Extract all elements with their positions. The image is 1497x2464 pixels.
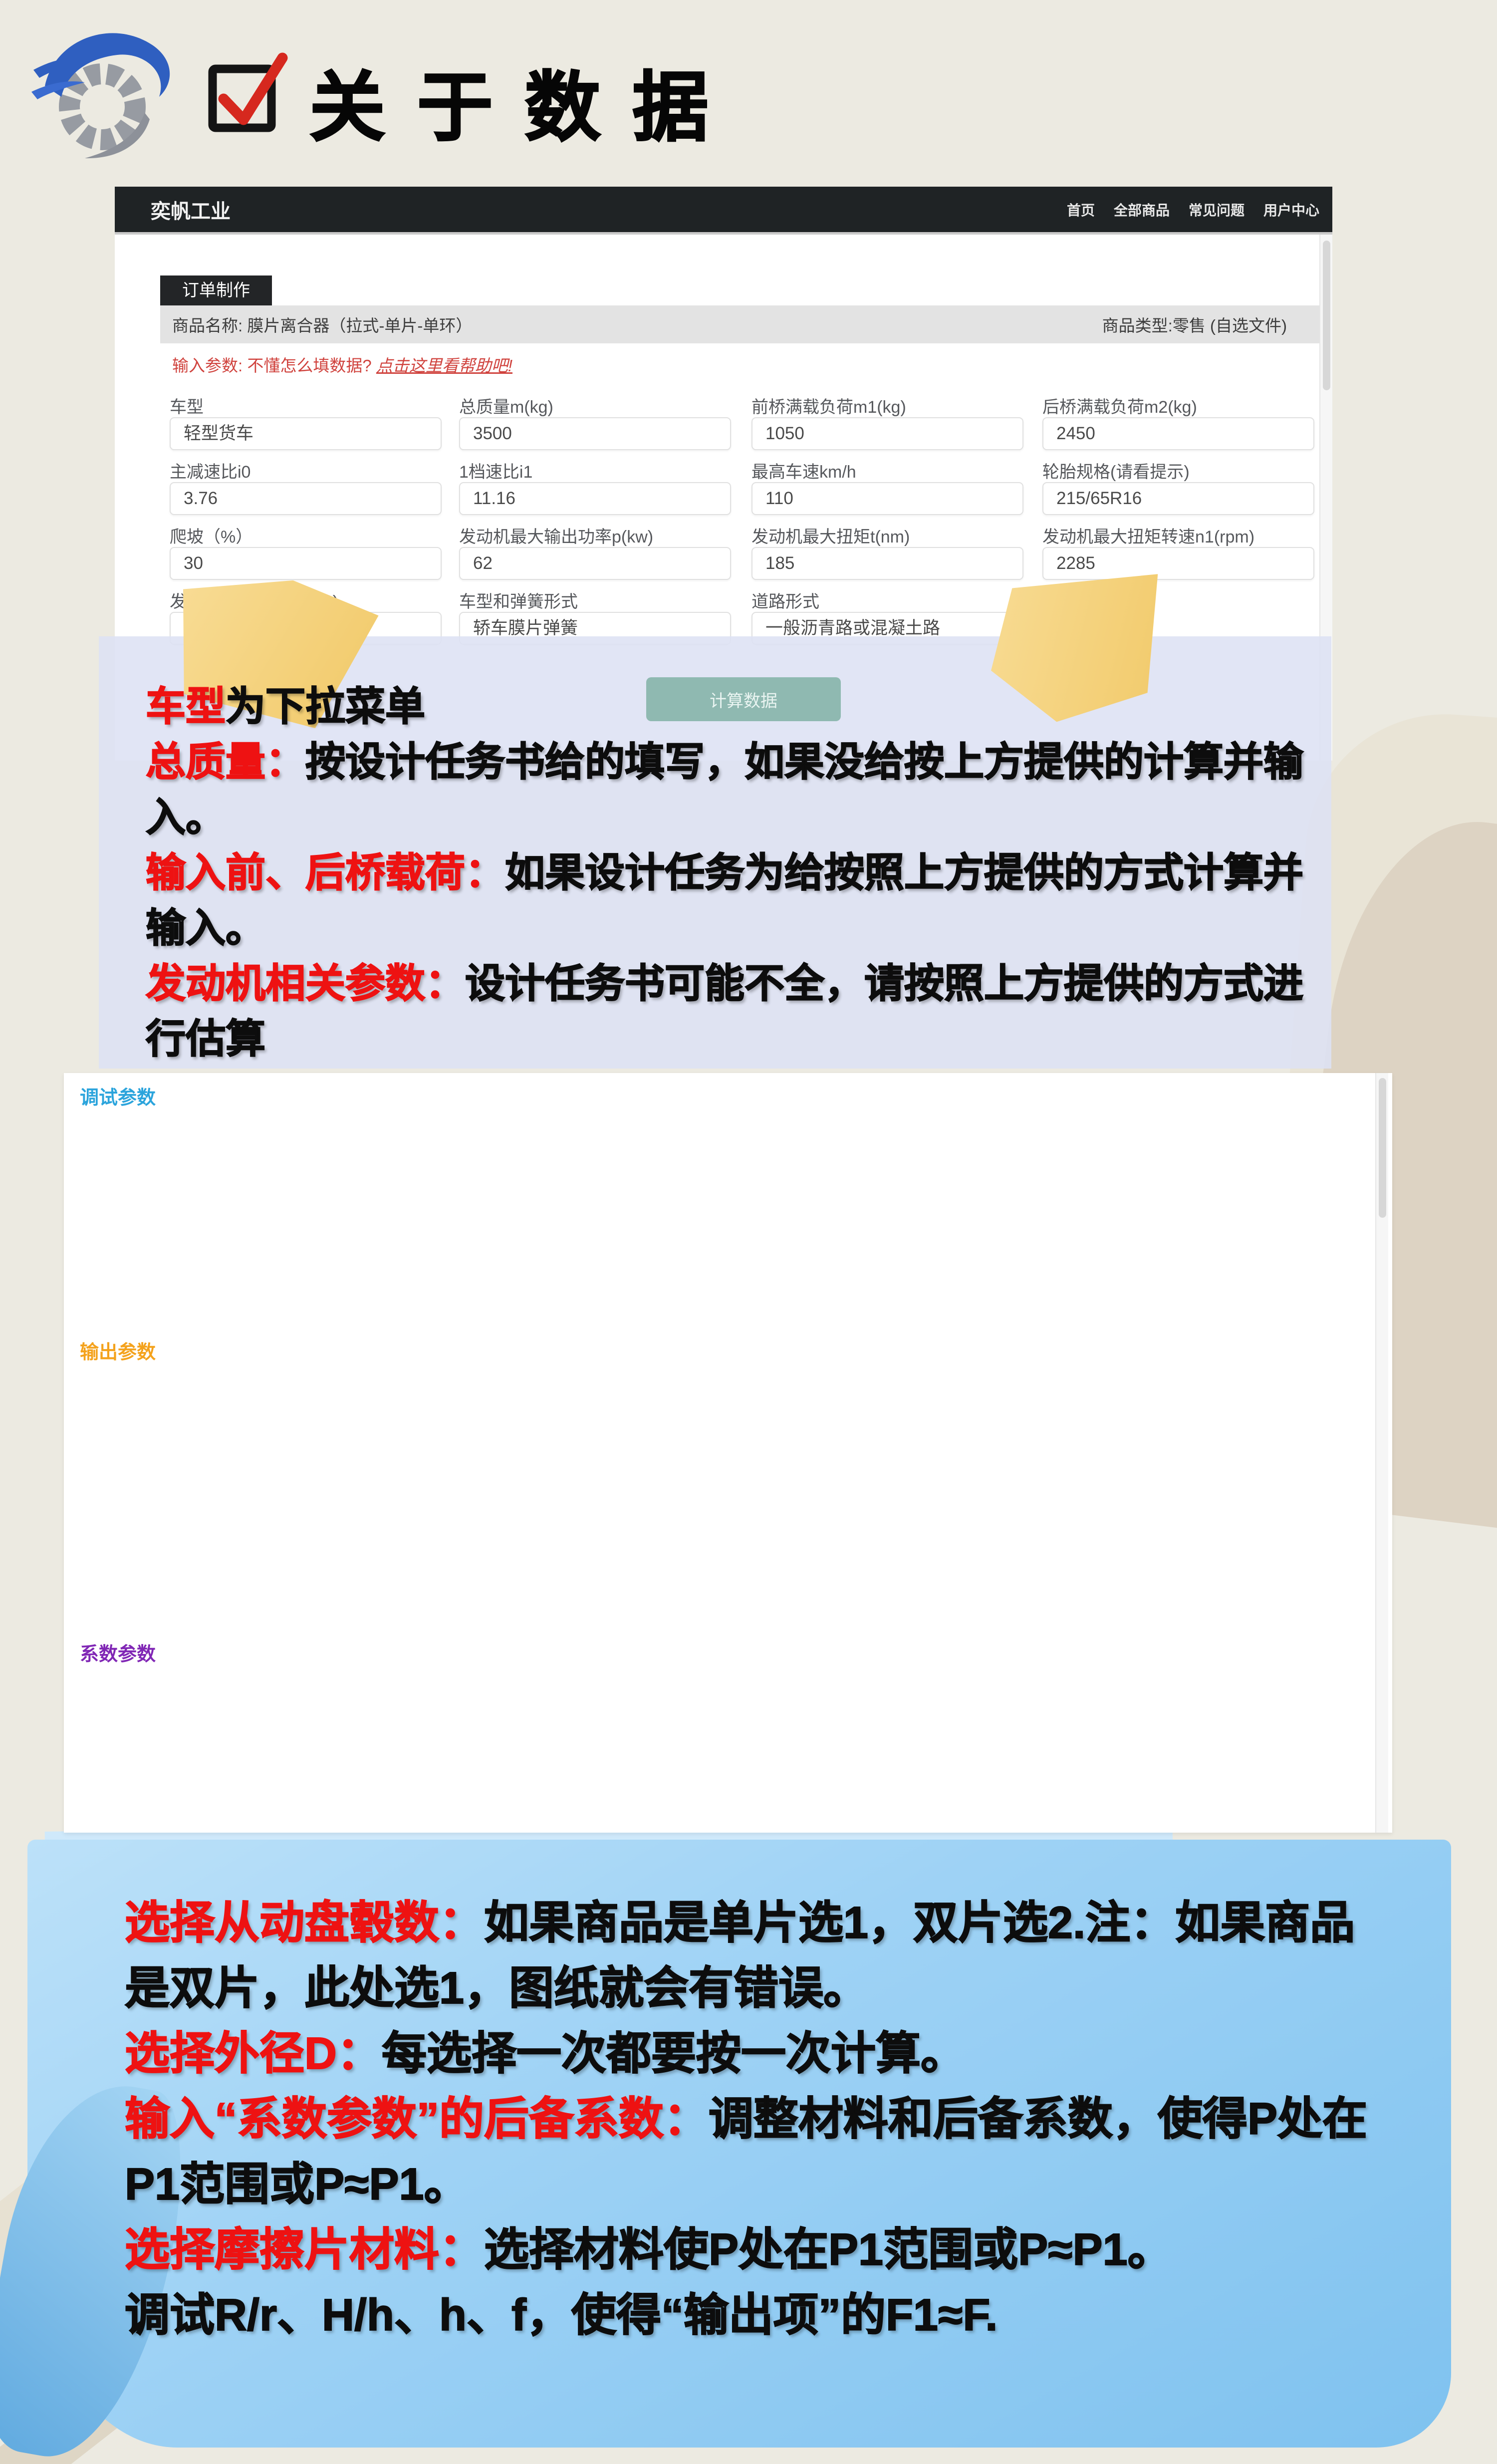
notes-middle: 车型为下拉菜单总质量：按设计任务书给的填写，如果没给按上方提供的计算并输入。输入…: [146, 679, 1316, 1067]
note-highlight: 发动机相关参数：: [146, 961, 465, 1006]
note-line: 调试R/r、H/h、h、f，使得“输出项”的F1≈F.: [125, 2283, 1387, 2348]
site-nav-menu: 首页全部商品常见问题用户中心: [1067, 200, 1319, 220]
field-label: 车型: [170, 393, 442, 415]
parameters-screenshot: [64, 1073, 1392, 1833]
form-field: 最高车速km/h110: [751, 458, 1023, 515]
site-navbar: 奕帆工业 首页全部商品常见问题用户中心: [115, 187, 1332, 235]
note-highlight: 选择从动盘毂数：: [125, 1898, 484, 1948]
nav-item[interactable]: 用户中心: [1263, 200, 1319, 220]
field-input[interactable]: 轻型货车: [170, 417, 442, 450]
field-label: 轮胎规格(请看提示): [1042, 458, 1314, 480]
tab-order-make[interactable]: 订单制作: [160, 275, 272, 305]
field-label: 发动机最大输出功率p(kw): [459, 523, 731, 545]
page-title: 关于数据: [309, 46, 740, 156]
form-field: 总质量m(kg)3500: [459, 393, 731, 450]
help-hint: 输入参数: 不懂怎么填数据? 点击这里看帮助吧!: [172, 352, 512, 376]
field-label: 发动机最大扭矩t(nm): [751, 523, 1023, 545]
note-line: 输入“系数参数”的后备系数：调整材料和后备系数，使得P处在P1范围或P≈P1。: [125, 2087, 1387, 2217]
field-label: 1档速比i1: [459, 458, 731, 480]
field-input[interactable]: 11.16: [459, 482, 731, 515]
note-highlight: 输入“系数参数”的后备系数：: [125, 2094, 709, 2144]
field-input[interactable]: 3500: [459, 417, 731, 450]
section-title: 系数参数: [80, 1639, 156, 1666]
field-input[interactable]: 110: [751, 482, 1023, 515]
field-label: 总质量m(kg): [459, 393, 731, 415]
field-input[interactable]: 215/65R16: [1042, 482, 1314, 515]
field-input[interactable]: 30: [170, 547, 442, 580]
field-input[interactable]: 1050: [751, 417, 1023, 450]
form-field: 发动机最大输出功率p(kw)62: [459, 523, 731, 580]
note-line: 发动机相关参数：设计任务书可能不全，请按照上方提供的方式进行估算: [146, 956, 1316, 1067]
field-input[interactable]: 62: [459, 547, 731, 580]
form-field: 车型轻型货车: [170, 393, 442, 450]
form-field: 发动机最大扭矩转速n1(rpm)2285: [1042, 523, 1314, 580]
field-label: 发动机最大扭矩转速n1(rpm): [1042, 523, 1314, 545]
field-label: 后桥满载负荷m2(kg): [1042, 393, 1314, 415]
product-info-bar: 商品名称: 膜片离合器（拉式-单片-单环） 商品类型:零售 (自选文件): [160, 305, 1330, 343]
note-highlight: 总质量：: [146, 740, 305, 784]
form-field: 主减速比i03.76: [170, 458, 442, 515]
note-text: 按设计任务书给的填写，如果没给按上方提供的计算并输入。: [146, 740, 1303, 839]
field-input[interactable]: 2450: [1042, 417, 1314, 450]
form-field: 前桥满载负荷m1(kg)1050: [751, 393, 1023, 450]
form-field: 爬坡（%）30: [170, 523, 442, 580]
section-title: 输出参数: [80, 1337, 156, 1364]
note-line: 总质量：按设计任务书给的填写，如果没给按上方提供的计算并输入。: [146, 734, 1316, 845]
field-label: 最高车速km/h: [751, 458, 1023, 480]
note-line: 输入前、后桥载荷：如果设计任务为给按照上方提供的方式计算并输入。: [146, 845, 1316, 956]
note-line: 选择从动盘毂数：如果商品是单片选1，双片选2.注：如果商品是双片，此处选1，图纸…: [125, 1891, 1387, 2021]
note-text: 为下拉菜单: [226, 684, 425, 729]
form-field: 1档速比i111.16: [459, 458, 731, 515]
scrollbar-thumb[interactable]: [1323, 241, 1330, 390]
note-text: 选择材料使P处在P1范围或P≈P1。: [484, 2225, 1173, 2275]
note-highlight: 选择摩擦片材料：: [125, 2225, 484, 2275]
field-label: 车型和弹簧形式: [459, 588, 731, 610]
product-type: 商品类型:零售 (自选文件): [1102, 312, 1287, 336]
checkbox-check-icon: [199, 44, 293, 139]
field-label: 前桥满载负荷m1(kg): [751, 393, 1023, 415]
form-field: 发动机最大扭矩t(nm)185: [751, 523, 1023, 580]
gear-swoosh-logo-icon: [27, 11, 177, 166]
scrollbar[interactable]: [1375, 1073, 1388, 1833]
note-highlight: 输入前、后桥载荷：: [146, 850, 505, 895]
form-field: 轮胎规格(请看提示)215/65R16: [1042, 458, 1314, 515]
page: 关于数据 奕帆工业 首页全部商品常见问题用户中心 订单制作 商品名称: 膜片离合…: [0, 0, 1497, 2464]
form-field: 后桥满载负荷m2(kg)2450: [1042, 393, 1314, 450]
note-line: 选择外径D：每选择一次都要按一次计算。: [125, 2021, 1387, 2087]
note-text: 每选择一次都要按一次计算。: [382, 2029, 966, 2079]
field-label: 爬坡（%）: [170, 523, 442, 545]
product-name: 商品名称: 膜片离合器（拉式-单片-单环）: [172, 312, 472, 336]
note-highlight: 选择外径D：: [125, 2029, 382, 2079]
field-input[interactable]: 3.76: [170, 482, 442, 515]
nav-item[interactable]: 常见问题: [1189, 200, 1245, 220]
note-line: 选择摩擦片材料：选择材料使P处在P1范围或P≈P1。: [125, 2217, 1387, 2283]
help-hint-text: 输入参数: 不懂怎么填数据?: [172, 356, 376, 375]
site-brand[interactable]: 奕帆工业: [151, 195, 231, 224]
nav-item[interactable]: 首页: [1067, 200, 1095, 220]
field-label: 道路形式: [751, 588, 1023, 610]
note-line: 车型为下拉菜单: [146, 679, 1316, 734]
notes-bottom: 选择从动盘毂数：如果商品是单片选1，双片选2.注：如果商品是双片，此处选1，图纸…: [125, 1891, 1387, 2348]
field-input[interactable]: 2285: [1042, 547, 1314, 580]
field-label: 主减速比i0: [170, 458, 442, 480]
field-input[interactable]: 185: [751, 547, 1023, 580]
section-title: 调试参数: [80, 1082, 156, 1109]
nav-item[interactable]: 全部商品: [1114, 200, 1170, 220]
note-text: 调试R/r、H/h、h、f，使得“输出项”的F1≈F.: [125, 2290, 998, 2340]
note-highlight: 车型: [146, 684, 226, 729]
help-link[interactable]: 点击这里看帮助吧!: [376, 356, 512, 375]
scrollbar-thumb[interactable]: [1379, 1078, 1386, 1218]
